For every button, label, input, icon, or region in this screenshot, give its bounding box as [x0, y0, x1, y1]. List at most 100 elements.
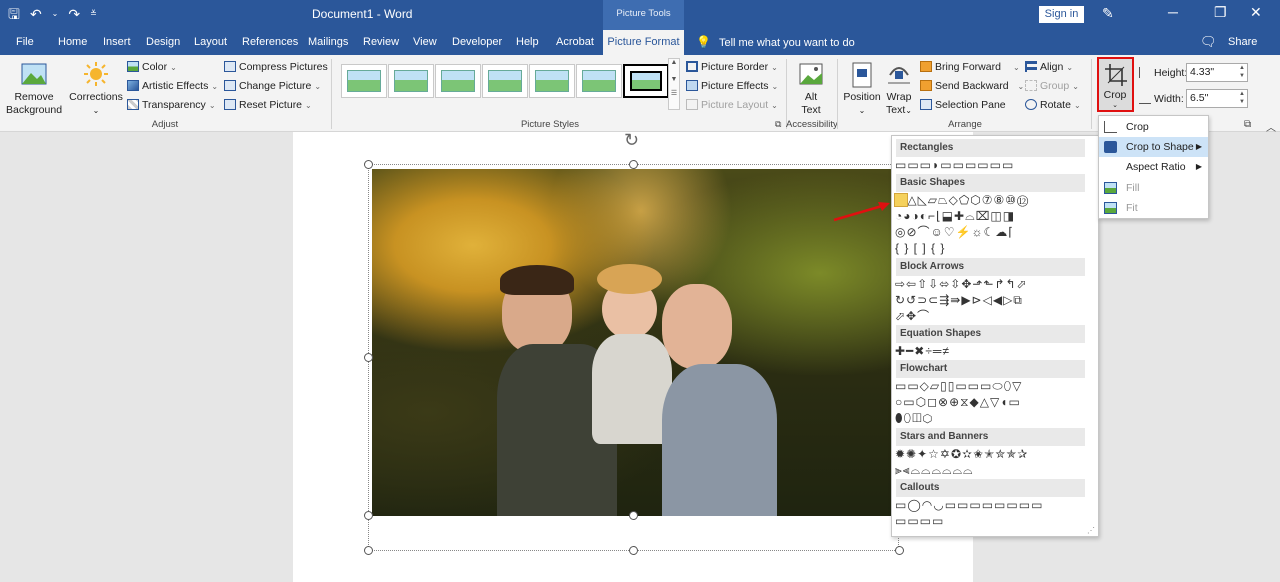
shape-row[interactable]: ✹✺✦☆✡✪✫✬✭✮✯✰	[895, 446, 1028, 462]
resize-handle[interactable]	[629, 546, 638, 555]
artistic-effects-button[interactable]: Artistic Effects ⌄	[127, 79, 218, 94]
width-input[interactable]: 6.5" ▲ ▼	[1186, 89, 1248, 108]
compress-pictures-button[interactable]: Compress Pictures	[224, 60, 328, 74]
chevron-down-icon[interactable]: ▼	[669, 76, 679, 83]
save-icon[interactable]: 🖫	[8, 5, 20, 23]
wrap-text-button[interactable]: Wrap Text⌄	[883, 61, 915, 117]
close-icon[interactable]: ✕	[1250, 4, 1262, 21]
shape-row[interactable]: ▭▭▭▭	[895, 513, 944, 529]
resize-handle[interactable]	[364, 511, 373, 520]
redo-icon[interactable]: ↷	[68, 5, 80, 23]
picture-style-5[interactable]	[529, 64, 575, 98]
crop-button[interactable]: Crop ⌄	[1097, 57, 1134, 112]
highlighted-oval-shape[interactable]	[894, 193, 908, 207]
rotate-handle-icon[interactable]: ↻	[624, 130, 639, 151]
minimize-icon[interactable]: ─	[1168, 4, 1178, 20]
chevron-up-icon[interactable]: ▲	[669, 59, 679, 66]
color-button[interactable]: Color ⌄	[127, 60, 177, 75]
shape-row[interactable]: ▭◯◠◡▭▭▭▭▭▭▭▭	[895, 497, 1043, 513]
undo-icon[interactable]: ↶	[30, 5, 42, 23]
tab-design[interactable]: Design	[142, 30, 184, 55]
gallery-more-icon[interactable]: ☰	[669, 89, 679, 97]
shape-row[interactable]: ▭▭◇▱▯▯▭▭▭⬭⬯▽	[895, 378, 1022, 394]
alt-text-button[interactable]: Alt Text	[791, 61, 831, 117]
share-button[interactable]: Share	[1228, 30, 1257, 54]
crop-label: Crop	[1103, 89, 1127, 101]
restore-icon[interactable]: ❐	[1214, 4, 1227, 21]
position-button[interactable]: Position ⌄	[842, 61, 882, 117]
bring-forward-button[interactable]: Bring Forward ⌄	[920, 60, 1020, 75]
crop-menu-fill[interactable]: Fill	[1099, 178, 1208, 198]
resize-handle[interactable]	[364, 160, 373, 169]
dialog-launcher-icon[interactable]: ⧉	[775, 119, 781, 130]
resize-handle[interactable]	[629, 511, 638, 520]
woman-sweater	[662, 364, 777, 516]
tab-insert[interactable]: Insert	[99, 30, 135, 55]
tab-home[interactable]: Home	[54, 30, 91, 55]
rotate-button[interactable]: Rotate ⌄	[1025, 98, 1081, 113]
shape-row[interactable]: ✚━✖÷═≠	[895, 343, 950, 359]
change-picture-button[interactable]: Change Picture ⌄	[224, 79, 321, 94]
picture-style-3[interactable]	[435, 64, 481, 98]
shape-row[interactable]: ◔◕◑◐⌐⌊⬓✚⌓⌧◫◨	[895, 208, 1015, 224]
picture-style-4[interactable]	[482, 64, 528, 98]
crop-menu-crop-to-shape[interactable]: Crop to Shape ▶	[1099, 137, 1208, 157]
dialog-launcher-icon[interactable]: ⧉	[1244, 119, 1251, 130]
tab-acrobat[interactable]: Acrobat	[552, 30, 598, 55]
shape-row[interactable]: ▭▭▭◗▭▭▭▭▭▭	[895, 157, 1014, 173]
picture-style-2[interactable]	[388, 64, 434, 98]
shape-row[interactable]: ⫸⫷⌓⌓⌓⌓⌓⌓	[895, 462, 974, 478]
picture-style-7[interactable]	[623, 64, 669, 98]
picture-style-1[interactable]	[341, 64, 387, 98]
transparency-button[interactable]: Transparency ⌄	[127, 98, 216, 113]
undo-dropdown-icon[interactable]: ⌄	[52, 5, 59, 23]
picture-style-6[interactable]	[576, 64, 622, 98]
shape-row[interactable]: ⬮⬯◫⬡	[895, 410, 933, 426]
height-input[interactable]: 4.33" ▲ ▼	[1186, 63, 1248, 82]
resize-handle[interactable]	[364, 546, 373, 555]
sign-in-button[interactable]: Sign in	[1039, 6, 1084, 23]
shape-row[interactable]: ◎⊘⌒☺♡⚡☼☾☁⌈	[895, 224, 1014, 240]
crop-menu-crop[interactable]: Crop	[1099, 117, 1208, 137]
shape-row[interactable]: ↻↺⊃⊂⇶⇛▶⊳◁◀▷⧉	[895, 292, 1023, 308]
tell-me-search[interactable]: 💡 Tell me what you want to do	[696, 30, 855, 55]
shape-row[interactable]: ⇨⇦⇧⇩⬄⇳✥⬏⬑↱↰⬀	[895, 276, 1028, 292]
crop-menu-aspect-ratio[interactable]: Aspect Ratio ▶	[1099, 157, 1208, 177]
resize-handle[interactable]	[895, 546, 904, 555]
tab-developer[interactable]: Developer	[448, 30, 506, 55]
tab-picture-format[interactable]: Picture Format	[603, 30, 684, 55]
spinner-icon[interactable]: ▲ ▼	[1239, 64, 1245, 80]
pen-icon[interactable]: ✎	[1102, 5, 1114, 22]
resize-handle[interactable]	[364, 353, 373, 362]
shape-row[interactable]: ○▭⬡◻⊗⊕⧖◆△▽◖▭	[895, 394, 1021, 410]
corrections-button[interactable]: Corrections ⌄	[68, 61, 124, 117]
picture-layout-button[interactable]: Picture Layout ⌄	[686, 98, 778, 113]
gallery-scrollbar[interactable]: ▲ ▼ ☰	[668, 58, 680, 110]
tab-mailings[interactable]: Mailings	[304, 30, 352, 55]
shape-row[interactable]: ⬀✥⌒	[895, 308, 930, 324]
reset-picture-button[interactable]: Reset Picture ⌄	[224, 98, 312, 113]
tab-file[interactable]: File	[12, 30, 38, 55]
tab-references[interactable]: References	[238, 30, 302, 55]
picture-effects-button[interactable]: Picture Effects ⌄	[686, 79, 778, 94]
collapse-ribbon-icon[interactable]: ︿	[1266, 119, 1276, 134]
crop-menu-fit[interactable]: Fit	[1099, 198, 1208, 218]
spinner-icon[interactable]: ▲ ▼	[1239, 90, 1245, 106]
resize-handle[interactable]	[629, 160, 638, 169]
tab-layout[interactable]: Layout	[190, 30, 231, 55]
tab-view[interactable]: View	[409, 30, 441, 55]
resize-grip-icon[interactable]: ⋰	[1087, 526, 1095, 535]
picture-border-button[interactable]: Picture Border ⌄	[686, 60, 778, 75]
remove-background-button[interactable]: Remove Background	[6, 61, 62, 117]
align-button[interactable]: Align ⌄	[1025, 60, 1073, 75]
shape-row[interactable]: ▭△◺▱⏢◇⬠⬡⑦⑧⑩⑫	[895, 192, 1029, 208]
group-button[interactable]: Group ⌄	[1025, 79, 1079, 94]
customize-qat-icon[interactable]: ≚	[90, 5, 97, 23]
tab-review[interactable]: Review	[359, 30, 403, 55]
tab-help[interactable]: Help	[512, 30, 543, 55]
fit-icon	[1104, 202, 1117, 214]
send-backward-button[interactable]: Send Backward ⌄	[920, 79, 1024, 94]
selection-pane-button[interactable]: Selection Pane	[920, 98, 1006, 112]
shape-row[interactable]: { } [ ] { }	[895, 240, 945, 256]
comments-icon[interactable]: 🗨	[1200, 34, 1217, 50]
